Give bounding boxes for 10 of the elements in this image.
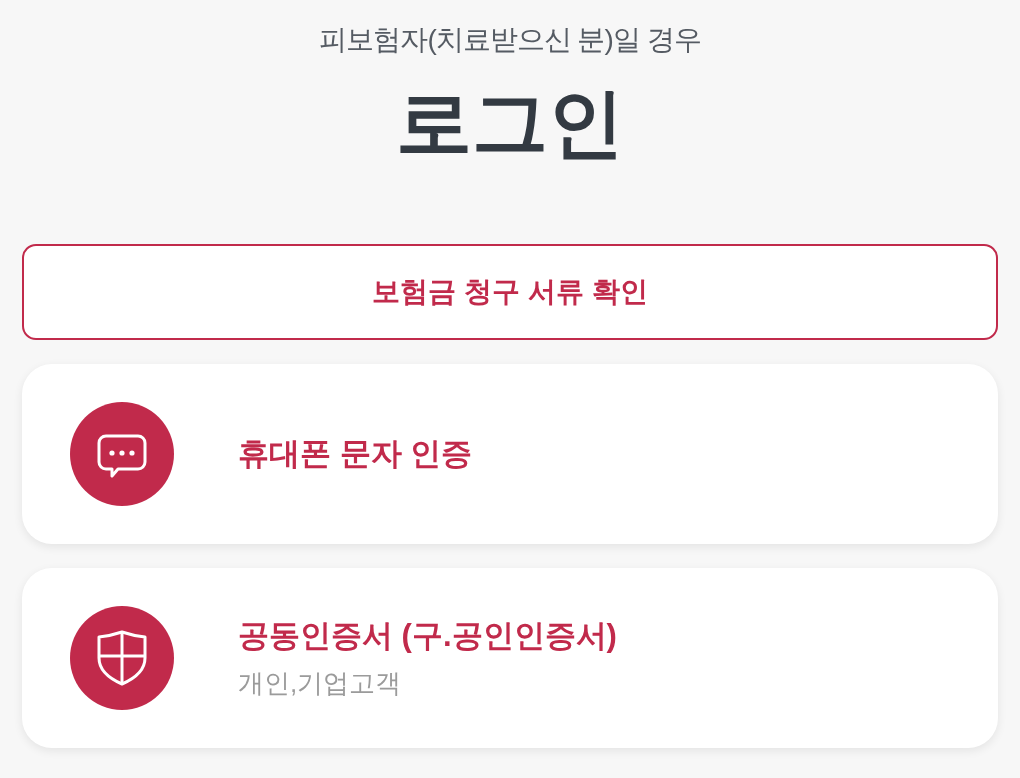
option-title: 공동인증서 (구.공인인증서) bbox=[238, 617, 617, 655]
shield-icon bbox=[70, 606, 174, 710]
login-option-card[interactable]: 공동인증서 (구.공인인증서) 개인,기업고객 bbox=[22, 568, 998, 748]
option-subtitle: 개인,기업고객 bbox=[238, 667, 403, 700]
login-subtitle: 피보험자(치료받으신 분)일 경우 bbox=[319, 23, 701, 57]
login-option-card[interactable]: 휴대폰 문자 인증 bbox=[22, 364, 998, 544]
option-title: 휴대폰 문자 인증 bbox=[238, 435, 473, 473]
chat-bubble-icon bbox=[70, 402, 174, 506]
claim-documents-button[interactable]: 보험금 청구 서류 확인 bbox=[22, 244, 998, 340]
login-title: 로그인 bbox=[396, 79, 624, 167]
